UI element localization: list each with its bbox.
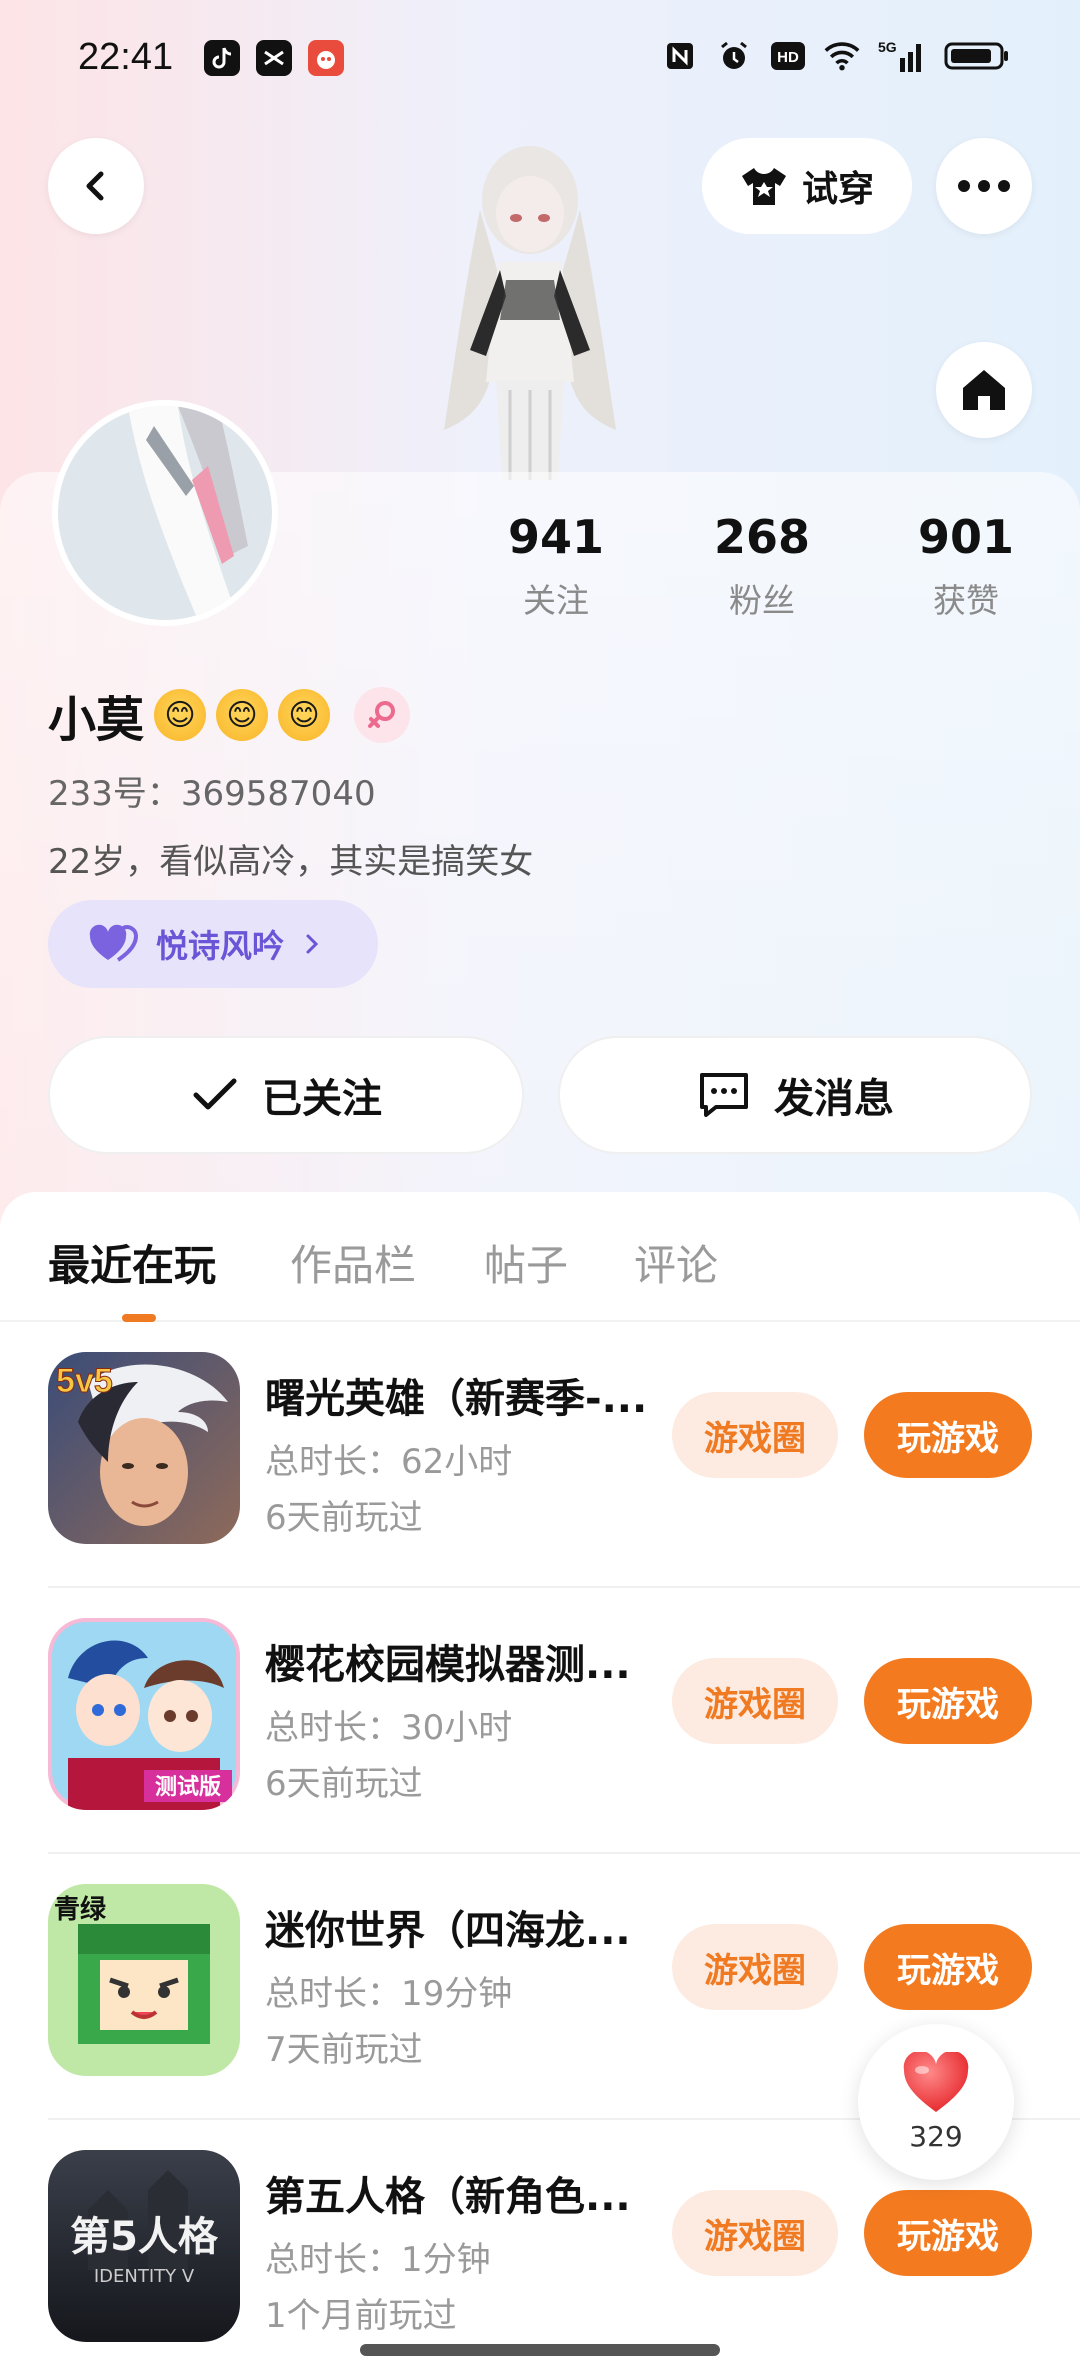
- tab-indicator: [122, 1314, 156, 1322]
- game-icon-dawn-hero[interactable]: 5v5: [48, 1352, 240, 1544]
- tab-recent-play[interactable]: 最近在玩: [48, 1232, 216, 1293]
- chevron-right-icon: [306, 934, 319, 954]
- stat-followers-label: 粉丝: [729, 581, 795, 620]
- game-last-played: 1个月前玩过: [265, 2296, 457, 2336]
- message-button[interactable]: 发消息: [558, 1036, 1032, 1154]
- play-game-button[interactable]: 玩游戏: [864, 1924, 1032, 2010]
- capcut-icon: [256, 40, 292, 76]
- svg-text:HD: HD: [777, 49, 799, 66]
- like-count: 329: [909, 2119, 963, 2153]
- smile-emoji-3: 😊: [278, 689, 331, 741]
- game-title: 樱花校园模拟器测...: [265, 1642, 631, 1688]
- home-button[interactable]: [936, 342, 1032, 438]
- stat-likes[interactable]: 901 获赞: [886, 510, 1046, 622]
- game-badge-qinglv: 青绿: [54, 1895, 107, 1925]
- home-indicator[interactable]: [360, 2344, 720, 2356]
- followed-label: 已关注: [262, 1076, 382, 1122]
- game-icon-mini-world[interactable]: 青绿: [48, 1884, 240, 2076]
- app-icon: [308, 40, 344, 76]
- like-float-button[interactable]: 329: [858, 2024, 1014, 2180]
- stat-followers[interactable]: 268 粉丝: [682, 510, 842, 622]
- game-duration: 总时长：19分钟: [265, 1974, 513, 2014]
- check-icon: [193, 1078, 237, 1110]
- back-button[interactable]: [48, 138, 144, 234]
- try-on-label: 试穿: [801, 169, 874, 210]
- more-icon: [958, 180, 1010, 192]
- game-last-played: 7天前玩过: [265, 2030, 423, 2070]
- game-duration: 总时长：1分钟: [265, 2240, 491, 2280]
- try-on-button[interactable]: 试穿: [702, 138, 912, 234]
- game-icon-sakura-school[interactable]: 测试版: [48, 1618, 240, 1810]
- play-game-button[interactable]: 玩游戏: [864, 1658, 1032, 1744]
- game-circle-button[interactable]: 游戏圈: [672, 2190, 838, 2276]
- game-row[interactable]: 测试版 樱花校园模拟器测... 总时长：30小时 6天前玩过 游戏圈 玩游戏: [0, 1588, 1080, 1854]
- play-game-button[interactable]: 玩游戏: [864, 2190, 1032, 2276]
- status-icons: HD 5G: [662, 38, 1010, 74]
- more-button[interactable]: [936, 138, 1032, 234]
- smile-emoji-2: 😊: [216, 689, 269, 741]
- profile-page: 22:41 HD 5G 试穿 941 关注 268 粉丝 901 获赞 小莫 😊…: [0, 0, 1080, 2376]
- game-title: 第五人格（新角色...: [265, 2174, 631, 2220]
- signal-icon: 5G: [878, 38, 926, 74]
- game-badge-identity: 第5人格: [70, 2214, 219, 2260]
- game-circle-button[interactable]: 游戏圈: [672, 1658, 838, 1744]
- stat-likes-value: 901: [917, 510, 1015, 564]
- heart-icon: [903, 2051, 969, 2112]
- stat-following-value: 941: [507, 510, 605, 564]
- guild-tag[interactable]: 悦诗风吟: [48, 900, 378, 988]
- user-id: 233号：369587040: [48, 774, 376, 814]
- wifi-icon: [824, 38, 860, 74]
- stat-following[interactable]: 941 关注: [476, 510, 636, 622]
- stat-followers-value: 268: [713, 510, 811, 564]
- tab-posts[interactable]: 帖子: [484, 1232, 568, 1293]
- tab-works[interactable]: 作品栏: [290, 1232, 416, 1293]
- guild-tag-label: 悦诗风吟: [156, 927, 285, 965]
- game-duration: 总时长：30小时: [265, 1708, 513, 1748]
- home-icon: [963, 370, 1005, 410]
- avatar-model[interactable]: [410, 140, 650, 480]
- play-game-button[interactable]: 玩游戏: [864, 1392, 1032, 1478]
- smile-emoji-1: 😊: [154, 689, 207, 741]
- heart-icon: [89, 924, 138, 962]
- user-bio: 22岁，看似高冷，其实是搞笑女: [48, 842, 534, 882]
- female-icon: [354, 687, 411, 743]
- game-badge-test: 测试版: [155, 1775, 221, 1800]
- game-last-played: 6天前玩过: [265, 1498, 423, 1538]
- game-badge-identity-sub: IDENTITY V: [94, 2266, 195, 2287]
- chevron-left-icon: [86, 171, 104, 201]
- nfc-icon: [662, 38, 698, 74]
- tiktok-icon: [204, 40, 240, 76]
- game-icon-identity-v[interactable]: 第5人格 IDENTITY V: [48, 2150, 240, 2342]
- stat-likes-label: 获赞: [933, 581, 999, 620]
- followed-button[interactable]: 已关注: [48, 1036, 524, 1154]
- game-circle-button[interactable]: 游戏圈: [672, 1924, 838, 2010]
- svg-text:5G: 5G: [878, 39, 897, 55]
- game-last-played: 6天前玩过: [265, 1764, 423, 1804]
- avatar[interactable]: [52, 400, 278, 626]
- game-row[interactable]: 5v5 曙光英雄（新赛季-... 总时长：62小时 6天前玩过 游戏圈 玩游戏: [0, 1322, 1080, 1588]
- name-row: 小莫 😊 😊 😊: [48, 680, 411, 750]
- chat-icon: [700, 1073, 748, 1117]
- alarm-icon: [716, 38, 752, 74]
- message-label: 发消息: [774, 1076, 894, 1122]
- game-circle-button[interactable]: 游戏圈: [672, 1392, 838, 1478]
- tab-comments[interactable]: 评论: [634, 1232, 718, 1293]
- stat-following-label: 关注: [523, 581, 589, 620]
- shirt-icon: [741, 168, 786, 205]
- game-duration: 总时长：62小时: [265, 1442, 513, 1482]
- tab-bar: 最近在玩 作品栏 帖子 评论: [0, 1192, 1080, 1322]
- status-time: 22:41: [78, 36, 174, 78]
- battery-icon: [944, 38, 1010, 74]
- game-title: 迷你世界（四海龙...: [265, 1908, 631, 1954]
- hd-icon: HD: [770, 38, 806, 74]
- user-name: 小莫: [48, 692, 145, 748]
- game-badge-5v5: 5v5: [56, 1362, 113, 1400]
- content-panel: 最近在玩 作品栏 帖子 评论 5v5 曙光英雄（新赛季-... 总时长：62小时…: [0, 1192, 1080, 2376]
- status-bar: 22:41 HD 5G: [0, 0, 1080, 118]
- game-title: 曙光英雄（新赛季-...: [265, 1376, 648, 1422]
